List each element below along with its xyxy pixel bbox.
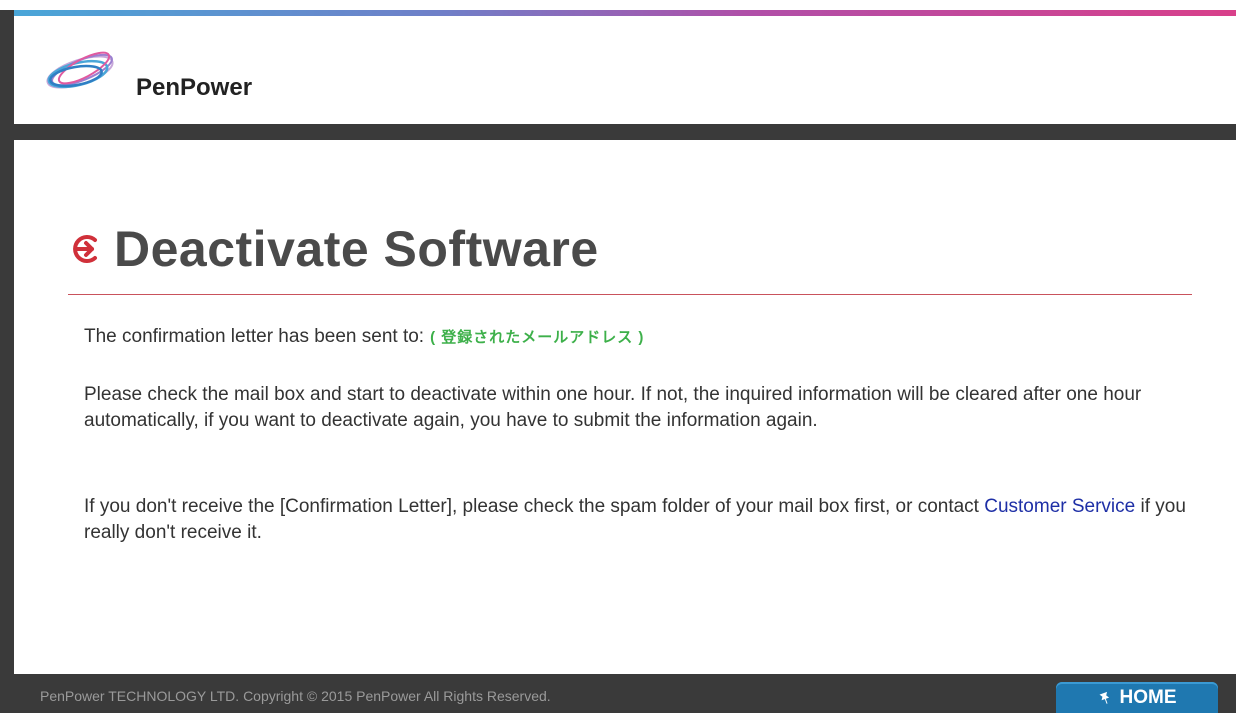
sent-prefix: The confirmation letter has been sent to… [84, 326, 425, 347]
home-button[interactable]: HOME [1056, 682, 1218, 713]
footer-copyright: PenPower TECHNOLOGY LTD. Copyright © 201… [40, 688, 551, 704]
brand-name: PenPower [136, 74, 253, 101]
customer-service-link[interactable]: Customer Service [984, 496, 1135, 517]
sent-message: The confirmation letter has been sent to… [84, 324, 1194, 351]
pin-icon [1099, 691, 1109, 704]
circle-arrow-right-icon [73, 235, 97, 263]
email-address: ( 登録されたメールアドレス ) [430, 329, 645, 346]
main-content: Deactivate Software The confirmation let… [14, 140, 1236, 674]
home-label: HOME [1119, 686, 1177, 708]
penpower-logo-icon [46, 51, 114, 89]
title-divider [68, 294, 1192, 295]
site-header: PenPower [14, 16, 1236, 124]
help-paragraph: If you don't receive the [Confirmation L… [84, 494, 1194, 546]
top-strip [0, 0, 1236, 10]
help-text-before: If you don't receive the [Confirmation L… [84, 496, 985, 517]
page-title: Deactivate Software [114, 221, 599, 277]
instructions-paragraph: Please check the mail box and start to d… [84, 384, 1142, 431]
